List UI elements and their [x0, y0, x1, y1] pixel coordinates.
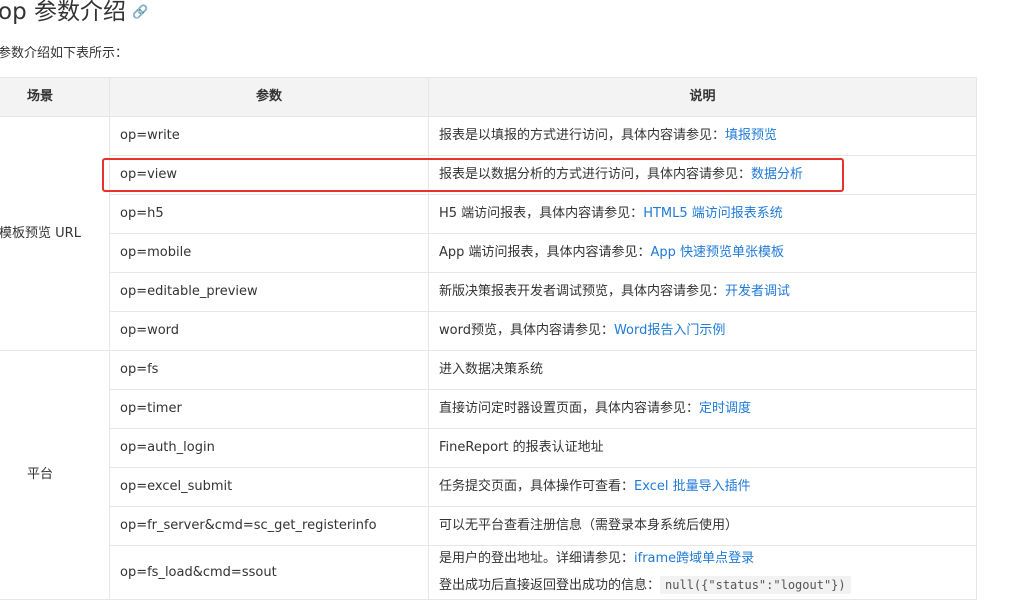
doc-link[interactable]: Word报告入门示例	[614, 323, 725, 338]
table-row: op=view 报表是以数据分析的方式进行访问，具体内容请参见：数据分析	[0, 155, 977, 195]
param-cell: op=editable_preview	[109, 272, 429, 312]
desc-text: 直接访问定时器设置页面，具体内容请参见：	[439, 401, 700, 416]
desc-text: 新版决策报表开发者调试预览，具体内容请参见：	[439, 284, 726, 299]
param-cell: op=fs_load&cmd=ssout	[109, 545, 429, 600]
desc-cell: H5 端访问报表，具体内容请参见：HTML5 端访问报表系统	[428, 194, 977, 234]
desc-text: 进入数据决策系统	[439, 362, 544, 377]
table-row: op=h5 H5 端访问报表，具体内容请参见：HTML5 端访问报表系统	[0, 194, 977, 234]
doc-link[interactable]: 开发者调试	[725, 284, 790, 299]
desc-cell: 新版决策报表开发者调试预览，具体内容请参见：开发者调试	[428, 272, 977, 312]
param-cell: op=word	[109, 311, 429, 351]
desc-cell: 直接访问定时器设置页面，具体内容请参见：定时调度	[428, 389, 977, 429]
table-row: op=fs_load&cmd=ssout 是用户的登出地址。详细请参见：ifra…	[0, 545, 977, 600]
desc-text: word预览，具体内容请参见：	[439, 323, 614, 338]
param-cell: op=h5	[109, 194, 429, 234]
page-title: op 参数介绍 🔗	[0, 0, 149, 25]
desc-cell: FineReport 的报表认证地址	[428, 428, 977, 468]
param-cell: op=mobile	[109, 233, 429, 273]
table-row: 平台 op=fs 进入数据决策系统	[0, 350, 977, 600]
desc-cell: 进入数据决策系统	[428, 350, 977, 390]
header-scene: 场景	[0, 77, 110, 117]
doc-link[interactable]: 定时调度	[699, 401, 751, 416]
table-row: op=excel_submit 任务提交页面，具体操作可查看：Excel 批量导…	[0, 467, 977, 507]
param-cell: op=fs	[109, 350, 429, 390]
table-row: op=mobile App 端访问报表，具体内容请参见：App 快速预览单张模板	[0, 233, 977, 273]
desc-text: 报表是以数据分析的方式进行访问，具体内容请参见：	[439, 167, 752, 182]
desc-text: 任务提交页面，具体操作可查看：	[439, 479, 635, 494]
param-cell: op=fr_server&cmd=sc_get_registerinfo	[109, 506, 429, 546]
desc-text: 是用户的登出地址。详细请参见：	[439, 551, 635, 566]
table-row: op=word word预览，具体内容请参见：Word报告入门示例	[0, 311, 977, 351]
param-cell: op=auth_login	[109, 428, 429, 468]
desc-text: 登出成功后直接返回登出成功的信息：	[439, 578, 661, 593]
desc-cell: 任务提交页面，具体操作可查看：Excel 批量导入插件	[428, 467, 977, 507]
desc-cell: 报表是以填报的方式进行访问，具体内容请参见：填报预览	[428, 116, 977, 156]
desc-cell: 可以无平台查看注册信息（需登录本身系统后使用）	[428, 506, 977, 546]
desc-text: FineReport 的报表认证地址	[439, 440, 604, 455]
header-desc: 说明	[428, 77, 977, 117]
desc-cell: App 端访问报表，具体内容请参见：App 快速预览单张模板	[428, 233, 977, 273]
table-row: 模板预览 URL op=write 报表是以填报的方式进行访问，具体内容请参见：…	[0, 116, 977, 351]
doc-link[interactable]: 数据分析	[751, 167, 803, 182]
desc-text: 报表是以填报的方式进行访问，具体内容请参见：	[439, 128, 726, 143]
desc-line: 登出成功后直接返回登出成功的信息： null({"status":"logout"…	[439, 572, 966, 599]
param-cell: op=view	[109, 155, 429, 195]
desc-text: 可以无平台查看注册信息（需登录本身系统后使用）	[439, 518, 739, 533]
desc-cell: 报表是以数据分析的方式进行访问，具体内容请参见：数据分析	[428, 155, 977, 195]
params-table: 场景 参数 说明 模板预览 URL op=write 报表是以填报的方式进行访问…	[0, 77, 977, 600]
param-cell: op=write	[109, 116, 429, 156]
doc-link[interactable]: 填报预览	[725, 128, 777, 143]
desc-text: App 端访问报表，具体内容请参见：	[439, 245, 651, 260]
doc-link[interactable]: App 快速预览单张模板	[651, 245, 785, 260]
intro-text: 参数介绍如下表所示：	[0, 46, 129, 61]
desc-cell: 是用户的登出地址。详细请参见：iframe跨域单点登录 登出成功后直接返回登出成…	[428, 545, 977, 600]
table-row: op=auth_login FineReport 的报表认证地址	[0, 428, 977, 468]
doc-link[interactable]: iframe跨域单点登录	[634, 551, 754, 566]
desc-line: 是用户的登出地址。详细请参见：iframe跨域单点登录	[439, 547, 966, 573]
desc-text: H5 端访问报表，具体内容请参见：	[439, 206, 644, 221]
header-param: 参数	[109, 77, 429, 117]
doc-link[interactable]: HTML5 端访问报表系统	[643, 206, 783, 221]
table-header-row: 场景 参数 说明	[0, 77, 977, 117]
link-icon[interactable]: 🔗	[132, 5, 148, 20]
table-row: op=editable_preview 新版决策报表开发者调试预览，具体内容请参…	[0, 272, 977, 312]
table-row: op=timer 直接访问定时器设置页面，具体内容请参见：定时调度	[0, 389, 977, 429]
doc-link[interactable]: Excel 批量导入插件	[634, 479, 751, 494]
desc-cell: word预览，具体内容请参见：Word报告入门示例	[428, 311, 977, 351]
table-row: op=fr_server&cmd=sc_get_registerinfo 可以无…	[0, 506, 977, 546]
scene-template-preview: 模板预览 URL	[0, 116, 110, 351]
scene-platform: 平台	[0, 350, 110, 600]
code-snippet: null({"status":"logout"})	[660, 576, 851, 594]
param-cell: op=timer	[109, 389, 429, 429]
param-cell: op=excel_submit	[109, 467, 429, 507]
